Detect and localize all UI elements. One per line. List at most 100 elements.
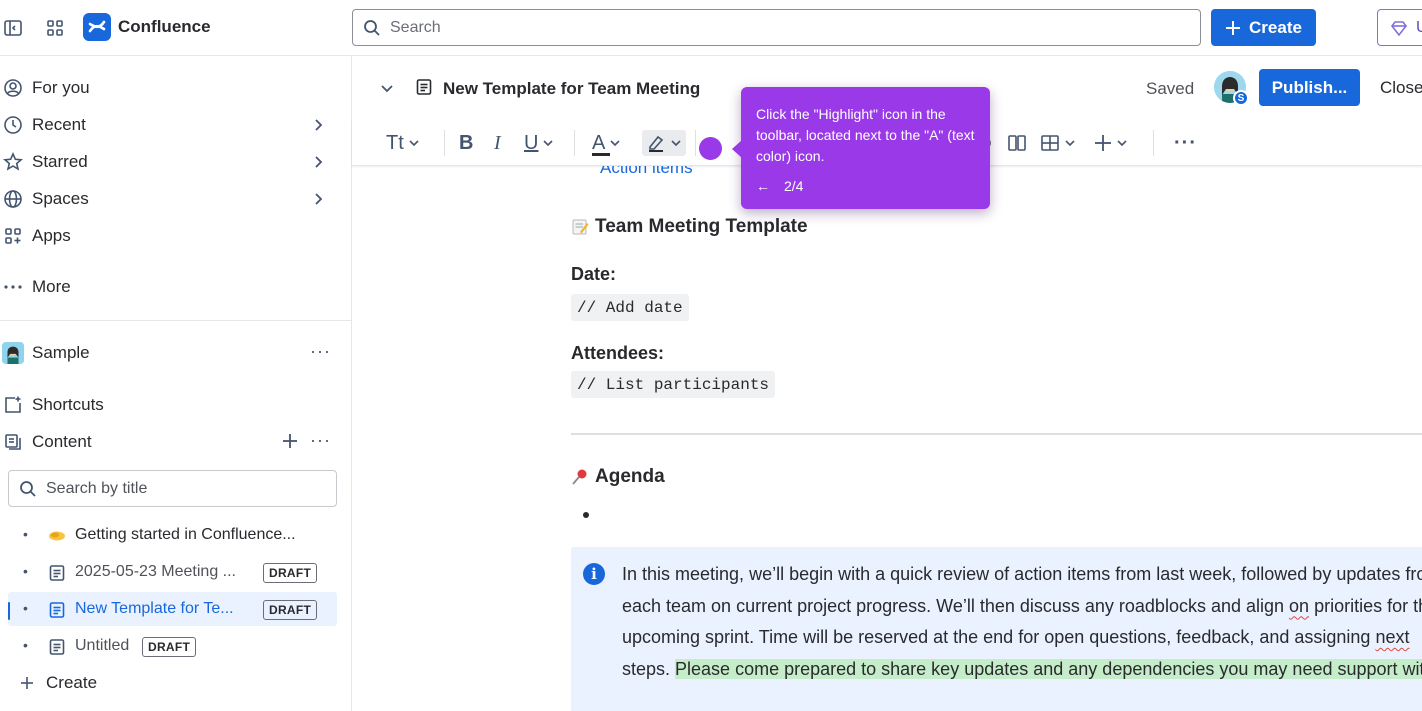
text-color-label: A bbox=[592, 131, 606, 154]
columns-layout-icon[interactable] bbox=[1007, 130, 1027, 156]
star-icon bbox=[2, 152, 24, 172]
tree-item-label: Untitled bbox=[75, 637, 130, 654]
bold-button[interactable]: B bbox=[459, 130, 473, 156]
italic-button[interactable]: I bbox=[494, 130, 501, 156]
search-icon bbox=[19, 480, 37, 498]
info-panel-text[interactable]: In this meeting, we’ll begin with a quic… bbox=[622, 559, 1422, 685]
draft-badge: DRAFT bbox=[263, 563, 318, 583]
toolbar-separator bbox=[444, 130, 445, 156]
attendees-placeholder[interactable]: // List participants bbox=[571, 371, 776, 398]
create-button-label: Create bbox=[1249, 17, 1302, 37]
text-color-swatch bbox=[592, 153, 610, 156]
chevron-down-icon bbox=[542, 137, 554, 149]
attendees-label: Attendees: bbox=[571, 343, 665, 363]
spellcheck-word: next bbox=[1375, 627, 1410, 648]
chevron-right-icon[interactable] bbox=[310, 191, 326, 207]
tree-item-getting-started[interactable]: • Getting started in Confluence... bbox=[8, 518, 337, 552]
agenda-heading-text: Agenda bbox=[595, 466, 665, 487]
close-button[interactable]: Close bbox=[1380, 78, 1422, 98]
sidebar-item-label: Spaces bbox=[32, 189, 89, 208]
space-header[interactable]: Sample bbox=[0, 338, 340, 368]
tooltip-step: 2/4 bbox=[784, 178, 804, 194]
chevron-down-icon[interactable] bbox=[380, 81, 394, 95]
save-status: Saved bbox=[1146, 79, 1195, 98]
tree-item-label: 2025-05-23 Meeting ... bbox=[75, 563, 236, 580]
sidebar-item-starred[interactable]: Starred bbox=[0, 147, 340, 177]
sidebar-item-for-you[interactable]: For you bbox=[0, 73, 340, 103]
content-icon bbox=[2, 432, 24, 452]
editor-content[interactable]: Action items Team Meeting Template Date:… bbox=[352, 166, 1422, 711]
title-search-input[interactable] bbox=[46, 479, 316, 498]
content-more-icon[interactable]: ··· bbox=[310, 430, 331, 451]
document-title[interactable]: New Template for Team Meeting bbox=[443, 79, 700, 99]
highlight-dropdown[interactable] bbox=[642, 130, 686, 156]
draft-badge: DRAFT bbox=[142, 637, 197, 657]
handshake-emoji-icon bbox=[48, 527, 66, 543]
tree-item-meeting[interactable]: • 2025-05-23 Meeting ... DRAFT bbox=[8, 555, 337, 589]
app-name[interactable]: Confluence bbox=[118, 17, 211, 37]
chevron-right-icon[interactable] bbox=[310, 117, 326, 133]
empty-bullet[interactable] bbox=[583, 512, 589, 518]
sidebar-item-more[interactable]: More bbox=[0, 272, 340, 302]
search-input[interactable] bbox=[390, 18, 1170, 37]
upgrade-button-label: U bbox=[1416, 18, 1422, 36]
publish-button[interactable]: Publish... bbox=[1259, 69, 1360, 106]
avatar-badge: S bbox=[1233, 90, 1249, 106]
sidebar-item-apps[interactable]: Apps bbox=[0, 221, 340, 251]
chevron-down-icon bbox=[670, 137, 682, 149]
underline-label: U bbox=[524, 131, 539, 154]
sidebar-item-label: For you bbox=[32, 78, 90, 97]
tooltip-nav: ← 2/4 bbox=[756, 178, 803, 194]
global-search[interactable] bbox=[352, 9, 1201, 46]
date-label: Date: bbox=[571, 264, 617, 284]
create-button[interactable]: Create bbox=[1211, 9, 1316, 46]
insert-dropdown[interactable] bbox=[1094, 130, 1128, 156]
space-avatar-icon bbox=[2, 341, 24, 365]
shortcut-icon bbox=[2, 395, 24, 415]
underline-dropdown[interactable]: U bbox=[524, 130, 554, 156]
confluence-logo-icon[interactable] bbox=[83, 13, 111, 41]
guide-hotspot[interactable] bbox=[699, 137, 722, 160]
tree-item-untitled[interactable]: • Untitled DRAFT bbox=[8, 629, 337, 663]
sidebar-item-label: Recent bbox=[32, 115, 86, 134]
info-text-part3: steps. bbox=[622, 658, 676, 679]
sidebar-item-spaces[interactable]: Spaces bbox=[0, 184, 340, 214]
tree-item-new-template[interactable]: • New Template for Te... DRAFT bbox=[8, 592, 337, 626]
draft-badge: DRAFT bbox=[263, 600, 318, 620]
toolbar-separator bbox=[574, 130, 575, 156]
page-icon bbox=[48, 638, 66, 656]
tree-item-label: Getting started in Confluence... bbox=[75, 526, 296, 543]
sidebar-item-label: More bbox=[32, 277, 71, 296]
globe-icon bbox=[2, 189, 24, 209]
title-search[interactable] bbox=[8, 470, 337, 507]
sidebar-item-shortcuts[interactable]: Shortcuts bbox=[0, 390, 340, 420]
chevron-right-icon[interactable] bbox=[310, 154, 326, 170]
table-dropdown[interactable] bbox=[1040, 130, 1076, 156]
highlighter-icon bbox=[646, 133, 666, 153]
pushpin-emoji-icon bbox=[571, 468, 589, 486]
sidebar-item-recent[interactable]: Recent bbox=[0, 110, 340, 140]
sidebar-toggle-icon[interactable] bbox=[2, 17, 24, 39]
text-style-label: Tt bbox=[386, 131, 404, 154]
upgrade-button[interactable]: U bbox=[1377, 9, 1422, 46]
space-more-icon[interactable]: ··· bbox=[310, 341, 331, 362]
action-items-link[interactable]: Action items bbox=[600, 166, 693, 178]
info-panel[interactable]: i In this meeting, we’ll begin with a qu… bbox=[571, 547, 1422, 711]
toolbar-more-button[interactable]: ··· bbox=[1174, 130, 1197, 156]
date-placeholder[interactable]: // Add date bbox=[571, 294, 689, 321]
memo-emoji-icon bbox=[571, 218, 589, 236]
add-content-icon[interactable] bbox=[282, 433, 298, 449]
text-style-dropdown[interactable]: Tt bbox=[386, 130, 420, 156]
app-switcher-icon[interactable] bbox=[44, 17, 66, 39]
tree-bullet: • bbox=[23, 600, 28, 616]
chevron-down-icon bbox=[408, 137, 420, 149]
chevron-down-icon bbox=[1116, 137, 1128, 149]
space-name: Sample bbox=[32, 343, 90, 362]
tooltip-back-button[interactable]: ← bbox=[756, 178, 770, 194]
page-icon bbox=[48, 601, 66, 619]
sidebar-item-label: Apps bbox=[32, 226, 71, 245]
chevron-down-icon bbox=[609, 137, 621, 149]
sidebar-create-button[interactable]: Create bbox=[20, 673, 97, 693]
sidebar-item-label: Content bbox=[32, 432, 92, 451]
guide-tooltip: Click the "Highlight" icon in the toolba… bbox=[732, 87, 990, 209]
